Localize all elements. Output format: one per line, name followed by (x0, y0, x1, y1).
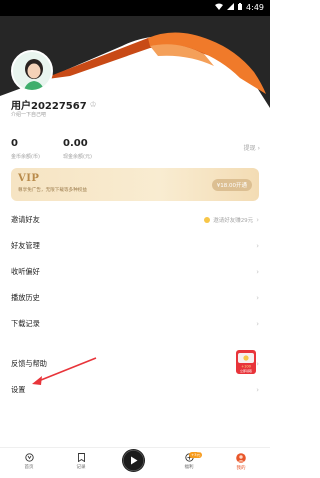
red-packet-badge[interactable]: +100 立即领取 (235, 350, 257, 374)
nav-welfare-label: 福利 (184, 465, 194, 470)
annotation-arrow (32, 357, 97, 385)
red-packet-amount: +100 (241, 365, 252, 369)
welfare-badge: +3元 (189, 452, 203, 458)
nav-mine[interactable]: 我的 (224, 453, 258, 471)
bookmark-icon (77, 453, 85, 462)
player-button[interactable] (122, 449, 145, 472)
red-packet-label: 立即领取 (240, 368, 252, 373)
nav-record[interactable]: 记录 (64, 453, 98, 470)
home-icon (24, 453, 34, 462)
play-icon (122, 449, 145, 472)
nav-home[interactable]: 首页 (12, 453, 46, 470)
nav-home-label: 首页 (24, 465, 34, 470)
nav-record-label: 记录 (76, 465, 86, 470)
user-avatar-icon (236, 453, 246, 463)
red-packet-icon: +100 立即领取 (236, 350, 256, 374)
nav-mine-label: 我的 (236, 466, 246, 471)
